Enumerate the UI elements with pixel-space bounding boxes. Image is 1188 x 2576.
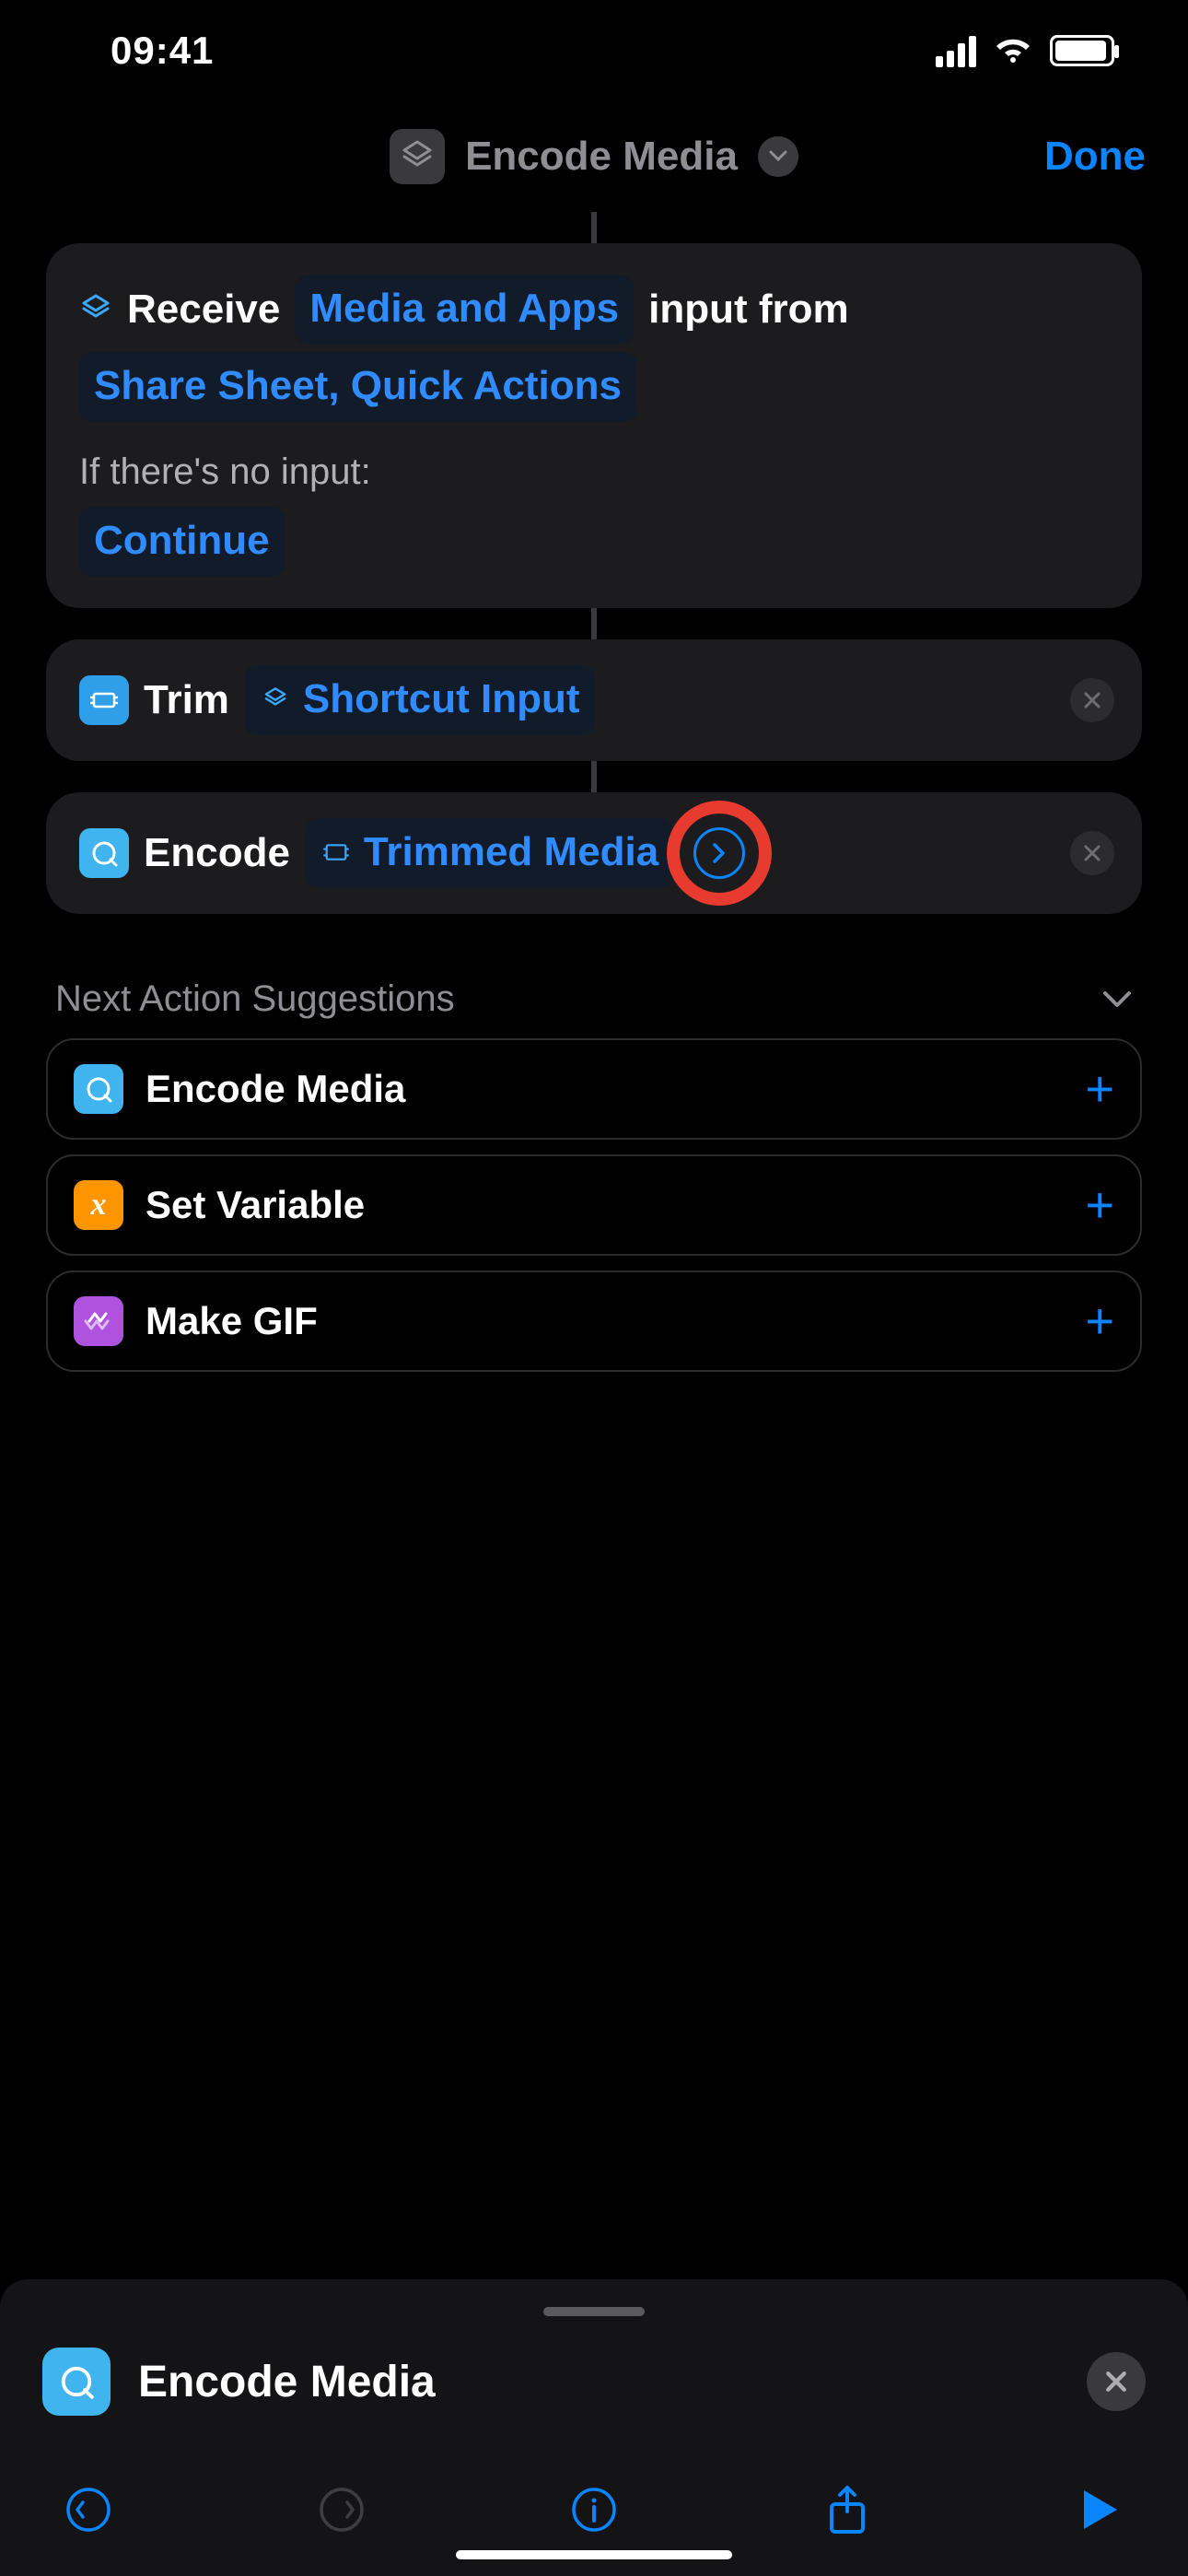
status-bar: 09:41: [0, 0, 1188, 101]
home-indicator[interactable]: [456, 2550, 732, 2559]
no-input-label: If there's no input:: [79, 444, 1109, 499]
trim-variable-token[interactable]: Shortcut Input: [244, 665, 595, 735]
done-button[interactable]: Done: [1044, 134, 1146, 180]
battery-icon: [1050, 35, 1114, 66]
quicktime-icon: [74, 1064, 123, 1114]
suggestion-encode-media[interactable]: Encode Media +: [46, 1038, 1142, 1140]
action-trim[interactable]: Trim Shortcut Input: [46, 639, 1142, 761]
run-button[interactable]: [1070, 2480, 1129, 2539]
cellular-icon: [936, 34, 976, 67]
input-from-label: input from: [648, 279, 849, 340]
redo-button: [312, 2480, 371, 2539]
status-indicators: [936, 34, 1114, 67]
action-search-sheet[interactable]: Encode Media: [0, 2279, 1188, 2576]
trim-variable-label: Shortcut Input: [303, 669, 580, 730]
media-var-icon: [320, 836, 353, 869]
delete-encode-button[interactable]: [1070, 831, 1114, 875]
input-sources-token[interactable]: Share Sheet, Quick Actions: [79, 352, 636, 422]
no-input-action-token[interactable]: Continue: [79, 507, 285, 577]
delete-trim-button[interactable]: [1070, 678, 1114, 722]
sheet-grabber[interactable]: [543, 2307, 645, 2316]
show-more-button[interactable]: [693, 827, 745, 879]
undo-button[interactable]: [59, 2480, 118, 2539]
suggestion-label: Encode Media: [146, 1067, 405, 1111]
nav-bar: Encode Media Done: [0, 101, 1188, 212]
shortcut-input-var-icon: [259, 683, 292, 716]
shortcut-input-card[interactable]: Receive Media and Apps input from Share …: [46, 243, 1142, 608]
encode-variable-token[interactable]: Trimmed Media: [305, 818, 673, 888]
flow-connector: [591, 761, 597, 792]
quicktime-icon: [79, 828, 129, 878]
gif-icon: [74, 1296, 123, 1346]
clear-search-button[interactable]: [1087, 2352, 1146, 2411]
flow-connector: [591, 608, 597, 639]
info-button[interactable]: [565, 2480, 623, 2539]
shortcut-input-icon: [79, 293, 112, 326]
quicktime-icon: [42, 2348, 111, 2416]
flow-connector: [591, 212, 597, 243]
receive-label: Receive: [127, 279, 280, 340]
status-time: 09:41: [74, 29, 214, 73]
encode-title: Encode: [144, 823, 290, 884]
suggestion-label: Make GIF: [146, 1299, 318, 1343]
trim-title: Trim: [144, 670, 229, 731]
chevron-down-icon: [1101, 989, 1133, 1010]
shortcut-title-button[interactable]: Encode Media: [390, 129, 798, 184]
trim-icon: [79, 675, 129, 725]
suggestion-make-gif[interactable]: Make GIF +: [46, 1270, 1142, 1372]
action-encode[interactable]: Encode Trimmed Media: [46, 792, 1142, 914]
add-suggestion-button[interactable]: +: [1085, 1177, 1114, 1234]
add-suggestion-button[interactable]: +: [1085, 1293, 1114, 1350]
suggestions-header[interactable]: Next Action Suggestions: [55, 978, 1133, 1020]
shortcut-title: Encode Media: [465, 134, 738, 180]
editor-toolbar: [42, 2453, 1146, 2539]
share-button[interactable]: [818, 2480, 877, 2539]
chevron-down-icon: [758, 136, 798, 177]
encode-variable-label: Trimmed Media: [364, 822, 658, 883]
input-types-token[interactable]: Media and Apps: [295, 275, 634, 345]
search-result-label: Encode Media: [138, 2357, 436, 2407]
variable-icon: x: [74, 1180, 123, 1230]
suggestion-set-variable[interactable]: x Set Variable +: [46, 1154, 1142, 1256]
suggestion-label: Set Variable: [146, 1183, 365, 1227]
add-suggestion-button[interactable]: +: [1085, 1060, 1114, 1118]
shortcut-icon: [390, 129, 445, 184]
wifi-icon: [993, 35, 1033, 66]
suggestions-title: Next Action Suggestions: [55, 978, 455, 1020]
